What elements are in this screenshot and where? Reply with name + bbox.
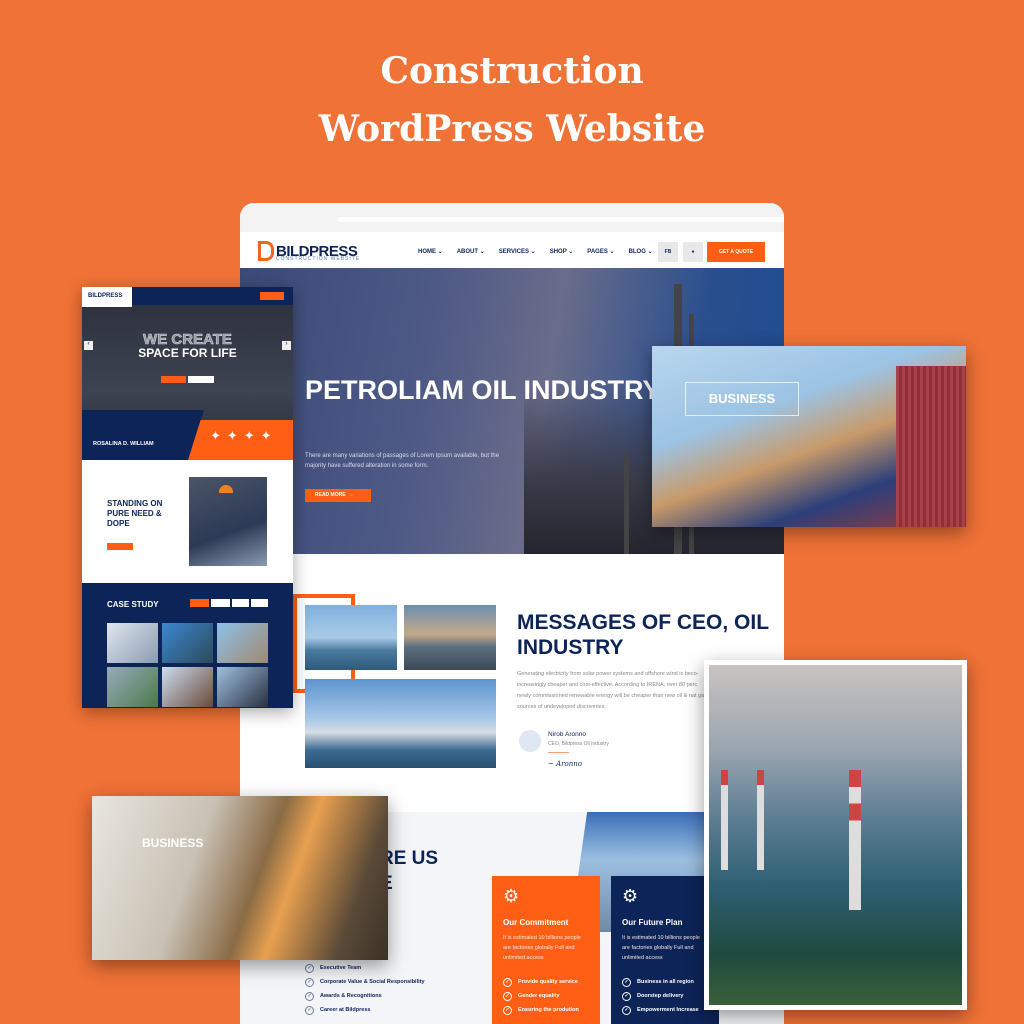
ceo-title: MESSAGES OF CEO, OIL INDUSTRY: [517, 611, 769, 659]
card-item: Ensuring the prodution: [503, 1003, 589, 1017]
promo-title-line1: Construction: [380, 50, 644, 92]
checklist-item: Corporate Value & Social Responsibility: [305, 975, 425, 989]
browser-bar: [240, 203, 784, 232]
ceo-avatar: [519, 730, 541, 752]
signature: ~ Aronno: [548, 760, 582, 768]
get-quote-button[interactable]: GET A QUOTE: [707, 242, 765, 262]
ceo-text: Generating electricity from solar power …: [517, 671, 707, 710]
filter-all[interactable]: [190, 599, 209, 607]
case-study-title: CASE STUDY: [107, 600, 159, 609]
hero-title: PETROLIAM OIL INDUSTRY: [305, 375, 661, 405]
mobile-btn-1[interactable]: [161, 376, 186, 383]
why-title-fragment: RE US: [380, 848, 439, 869]
prev-arrow-icon[interactable]: ‹: [84, 341, 93, 350]
nav-about[interactable]: ABOUT ⌄: [457, 248, 485, 255]
silos-image: [305, 679, 496, 768]
engineer-image: [189, 477, 267, 566]
testimonial-name: ROSALINA D. WILLIAM: [93, 441, 154, 447]
divider: [548, 752, 569, 753]
testimonial-band: ROSALINA D. WILLIAM: [82, 410, 204, 460]
grinder-worker-image: BUSINESS: [92, 796, 388, 960]
red-wall: [896, 366, 966, 527]
port-cranes-image: [305, 605, 397, 670]
filter-1[interactable]: [211, 599, 230, 607]
second-page-mockup: BILDPRESS WE CREATE SPACE FOR LIFE ‹ › R…: [82, 287, 293, 708]
hero-text: There are many variations of passages of…: [305, 453, 500, 469]
case-image[interactable]: [107, 667, 158, 707]
mobile-hero-title: SPACE FOR LIFE: [138, 346, 237, 360]
mobile-about-button[interactable]: [107, 543, 133, 550]
roof-workers-image: BUSINESS: [652, 346, 966, 527]
mobile-about-title: STANDING ON PURE NEED & DOPE: [107, 499, 163, 528]
gear-bulb-icon: ⚙: [622, 886, 639, 906]
card-item: Gender equality: [503, 989, 589, 1003]
site-header: BILDPRESS CONSTRUCTION WEBSITE HOME ⌄ ABO…: [240, 232, 784, 268]
nav-services[interactable]: SERVICES ⌄: [499, 248, 536, 255]
read-more-button[interactable]: READ MORE →: [305, 489, 371, 502]
mobile-quote-button[interactable]: [260, 292, 284, 300]
case-image[interactable]: [162, 667, 213, 707]
case-study-section: CASE STUDY: [82, 583, 293, 708]
checklist-item: Awards & Recognitions: [305, 989, 425, 1003]
nav-home[interactable]: HOME ⌄: [418, 248, 443, 255]
logo-icon: [258, 241, 274, 261]
plant-aerial-image: [709, 665, 962, 1005]
next-arrow-icon[interactable]: ›: [282, 341, 291, 350]
case-image[interactable]: [217, 667, 268, 707]
promo-title-line2: WordPress Website: [318, 108, 706, 150]
card-item: Doorstep delivery: [622, 989, 708, 1003]
saw-icon: ⚙: [503, 886, 520, 906]
nav-blog[interactable]: BLOG ⌄: [629, 248, 653, 255]
card-text: It is estimated 10 billions people are f…: [622, 935, 700, 961]
power-plant-overlay: [704, 660, 967, 1010]
partner-logos: ✦✦✦✦: [188, 420, 293, 460]
chat-icon[interactable]: ●: [683, 242, 703, 262]
case-image[interactable]: [162, 623, 213, 663]
facebook-button[interactable]: FB: [658, 242, 678, 262]
card-item: Empowerment Increase: [622, 1003, 708, 1017]
filter-2[interactable]: [232, 599, 249, 607]
card-title: Our Future Plan: [622, 918, 683, 927]
case-image[interactable]: [107, 623, 158, 663]
site-logo[interactable]: BILDPRESS CONSTRUCTION WEBSITE: [258, 241, 361, 262]
why-checklist: Executive Team Corporate Value & Social …: [305, 961, 425, 1017]
commitment-card: ⚙ Our Commitment It is estimated 10 bill…: [492, 876, 600, 1024]
mobile-btn-2[interactable]: [188, 376, 214, 383]
filter-3[interactable]: [251, 599, 268, 607]
business-label: BUSINESS: [685, 382, 799, 416]
mobile-logo[interactable]: BILDPRESS: [82, 287, 132, 307]
logo-subtitle: CONSTRUCTION WEBSITE: [276, 256, 361, 262]
power-plant-image: [404, 605, 496, 670]
card-title: Our Commitment: [503, 918, 569, 927]
main-menu: HOME ⌄ ABOUT ⌄ SERVICES ⌄ SHOP ⌄ PAGES ⌄…: [418, 248, 653, 255]
future-plan-card: ⚙ Our Future Plan It is estimated 10 bil…: [611, 876, 719, 1024]
nav-pages[interactable]: PAGES ⌄: [587, 248, 614, 255]
card-item: Business in all region: [622, 975, 708, 989]
ceo-role: CEO, Bildpress Oil Industry: [548, 741, 609, 747]
case-image[interactable]: [217, 623, 268, 663]
checklist-item: Career at Bildpress: [305, 1003, 425, 1017]
card-text: It is estimated 10 billions people are f…: [503, 935, 581, 961]
ceo-name: Nirob Aronno: [548, 731, 586, 738]
overlay-business-label: BUSINESS: [142, 836, 204, 850]
checklist-item: Executive Team: [305, 961, 425, 975]
card-item: Provide quality service: [503, 975, 589, 989]
nav-shop[interactable]: SHOP ⌄: [550, 248, 574, 255]
